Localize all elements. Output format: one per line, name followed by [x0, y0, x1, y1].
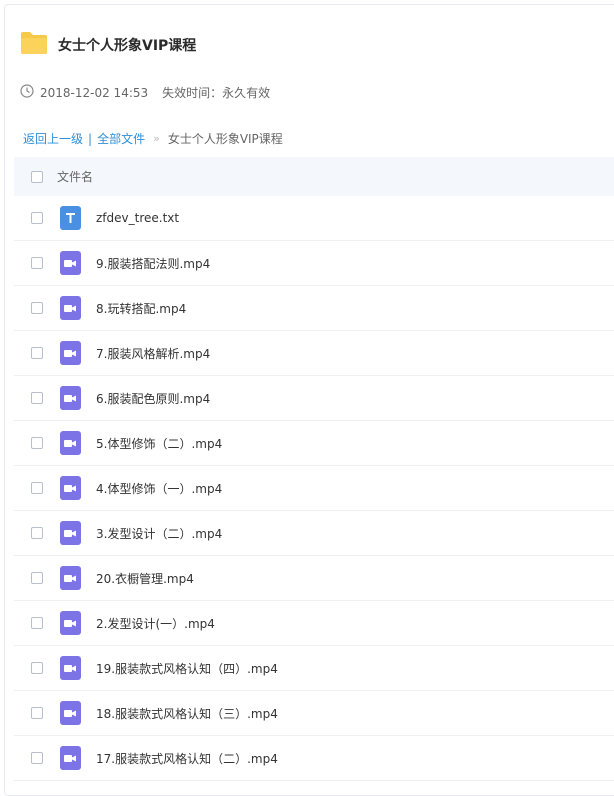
row-checkbox[interactable]: [31, 752, 43, 764]
row-checkbox[interactable]: [31, 302, 43, 314]
file-name[interactable]: 18.服装款式风格认知（三）.mp4: [96, 705, 278, 722]
share-date: 2018-12-02 14:53: [40, 85, 149, 100]
row-checkbox[interactable]: [31, 212, 43, 224]
row-checkbox[interactable]: [31, 617, 43, 629]
text-file-icon: [60, 206, 81, 230]
breadcrumb: 返回上一级 | 全部文件 » 女士个人形象VIP课程: [23, 130, 283, 147]
clock-icon: [20, 84, 40, 101]
file-row[interactable]: 8.玩转搭配.mp4: [14, 286, 614, 331]
row-checkbox[interactable]: [31, 347, 43, 359]
video-file-icon: [60, 386, 81, 410]
row-checkbox[interactable]: [31, 527, 43, 539]
file-row[interactable]: 6.服装配色原则.mp4: [14, 376, 614, 421]
video-file-icon: [60, 296, 81, 320]
file-name[interactable]: 8.玩转搭配.mp4: [96, 300, 186, 317]
file-row[interactable]: 19.服装款式风格认知（四）.mp4: [14, 646, 614, 691]
row-checkbox[interactable]: [31, 662, 43, 674]
row-checkbox[interactable]: [31, 257, 43, 269]
video-file-icon: [60, 701, 81, 725]
meta-row: 2018-12-02 14:53 失效时间：永久有效: [20, 84, 270, 101]
row-checkbox[interactable]: [31, 392, 43, 404]
current-folder: 女士个人形象VIP课程: [167, 132, 283, 146]
file-name[interactable]: 7.服装风格解析.mp4: [96, 345, 210, 362]
file-row[interactable]: 17.服装款式风格认知（二）.mp4: [14, 736, 614, 781]
video-file-icon: [60, 341, 81, 365]
file-name[interactable]: 9.服装搭配法则.mp4: [96, 255, 210, 272]
file-row[interactable]: 7.服装风格解析.mp4: [14, 331, 614, 376]
file-list: zfdev_tree.txt 9.服装搭配法则.mp4 8.玩转搭配.mp4 7…: [14, 196, 614, 781]
video-file-icon: [60, 476, 81, 500]
file-row[interactable]: 4.体型修饰（一）.mp4: [14, 466, 614, 511]
video-file-icon: [60, 431, 81, 455]
file-row[interactable]: 9.服装搭配法则.mp4: [14, 241, 614, 286]
file-name[interactable]: 3.发型设计（二）.mp4: [96, 525, 222, 542]
expiry-text: 失效时间：永久有效: [162, 86, 271, 100]
file-name[interactable]: 20.衣橱管理.mp4: [96, 570, 194, 587]
video-file-icon: [60, 566, 81, 590]
title-row: 女士个人形象VIP课程: [20, 30, 196, 60]
all-files-link[interactable]: 全部文件: [97, 130, 145, 147]
back-link[interactable]: 返回上一级: [23, 130, 83, 147]
folder-icon: [20, 31, 58, 59]
file-name[interactable]: 5.体型修饰（二）.mp4: [96, 435, 222, 452]
video-file-icon: [60, 656, 81, 680]
file-row[interactable]: 20.衣橱管理.mp4: [14, 556, 614, 601]
row-checkbox[interactable]: [31, 482, 43, 494]
breadcrumb-separator: |: [88, 131, 93, 146]
file-name[interactable]: 4.体型修饰（一）.mp4: [96, 480, 222, 497]
page-title: 女士个人形象VIP课程: [58, 38, 197, 54]
video-file-icon: [60, 521, 81, 545]
file-row[interactable]: 3.发型设计（二）.mp4: [14, 511, 614, 556]
breadcrumb-arrow-icon: »: [153, 132, 160, 145]
file-row[interactable]: 18.服装款式风格认知（三）.mp4: [14, 691, 614, 736]
select-all-checkbox[interactable]: [31, 170, 43, 183]
file-name[interactable]: zfdev_tree.txt: [96, 211, 179, 225]
row-checkbox[interactable]: [31, 707, 43, 719]
row-checkbox[interactable]: [31, 437, 43, 449]
video-file-icon: [60, 251, 81, 275]
file-name[interactable]: 17.服装款式风格认知（二）.mp4: [96, 750, 278, 767]
file-name[interactable]: 19.服装款式风格认知（四）.mp4: [96, 660, 278, 677]
video-file-icon: [60, 746, 81, 770]
column-header-filename[interactable]: 文件名: [57, 168, 93, 185]
video-file-icon: [60, 611, 81, 635]
list-header: 文件名: [14, 157, 614, 196]
row-checkbox[interactable]: [31, 572, 43, 584]
file-row[interactable]: 2.发型设计(一）.mp4: [14, 601, 614, 646]
file-name[interactable]: 6.服装配色原则.mp4: [96, 390, 210, 407]
file-row[interactable]: zfdev_tree.txt: [14, 196, 614, 241]
file-row[interactable]: 5.体型修饰（二）.mp4: [14, 421, 614, 466]
file-name[interactable]: 2.发型设计(一）.mp4: [96, 615, 215, 632]
